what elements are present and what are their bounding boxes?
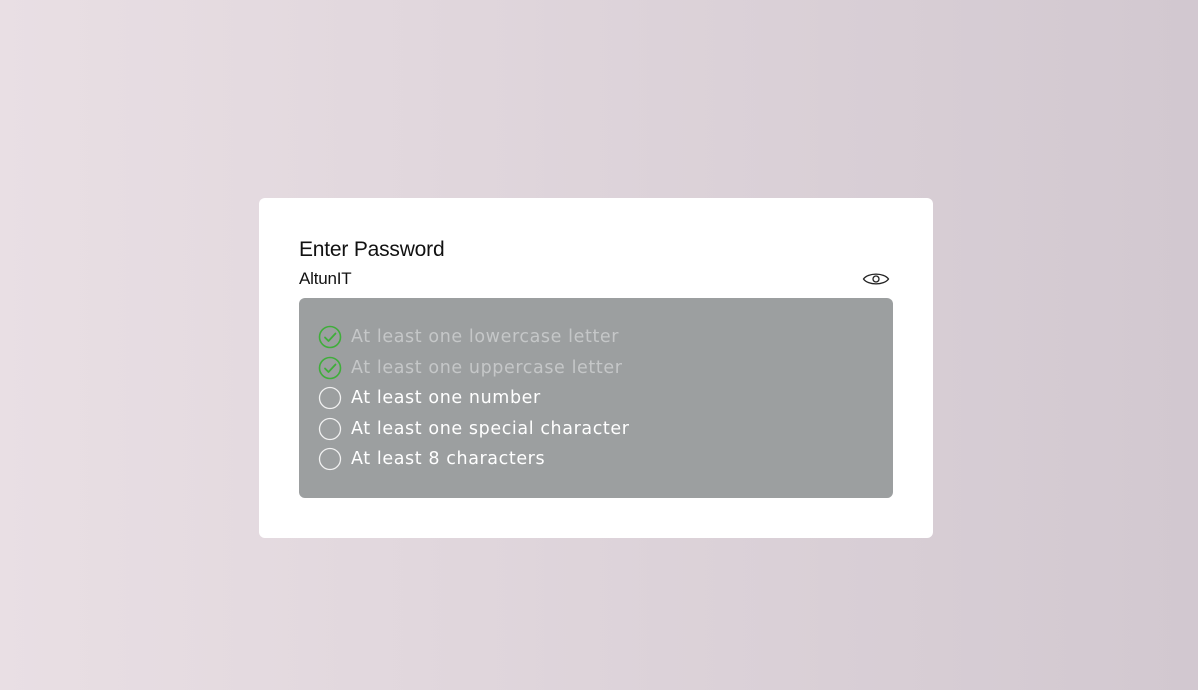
page-title: Enter Password: [299, 238, 445, 261]
requirement-label: At least 8 characters: [351, 449, 546, 469]
requirement-label: At least one number: [351, 388, 541, 408]
requirement-special-character: At least one special character: [318, 416, 630, 442]
requirement-uppercase: At least one uppercase letter: [318, 355, 623, 381]
password-requirements-panel: At least one lowercase letter At least o…: [299, 298, 893, 498]
requirement-label: At least one special character: [351, 419, 630, 439]
password-card: Enter Password AltunIT At least one lowe…: [259, 198, 933, 538]
password-input[interactable]: AltunIT: [299, 269, 352, 289]
check-badge-icon: [318, 356, 342, 380]
eye-icon[interactable]: [862, 270, 890, 288]
requirement-label: At least one uppercase letter: [351, 358, 623, 378]
empty-circle-icon: [318, 417, 342, 441]
check-badge-icon: [318, 325, 342, 349]
requirement-length: At least 8 characters: [318, 446, 545, 472]
requirement-number: At least one number: [318, 385, 541, 411]
requirement-lowercase: At least one lowercase letter: [318, 324, 619, 350]
requirement-label: At least one lowercase letter: [351, 327, 620, 347]
empty-circle-icon: [318, 386, 342, 410]
empty-circle-icon: [318, 447, 342, 471]
